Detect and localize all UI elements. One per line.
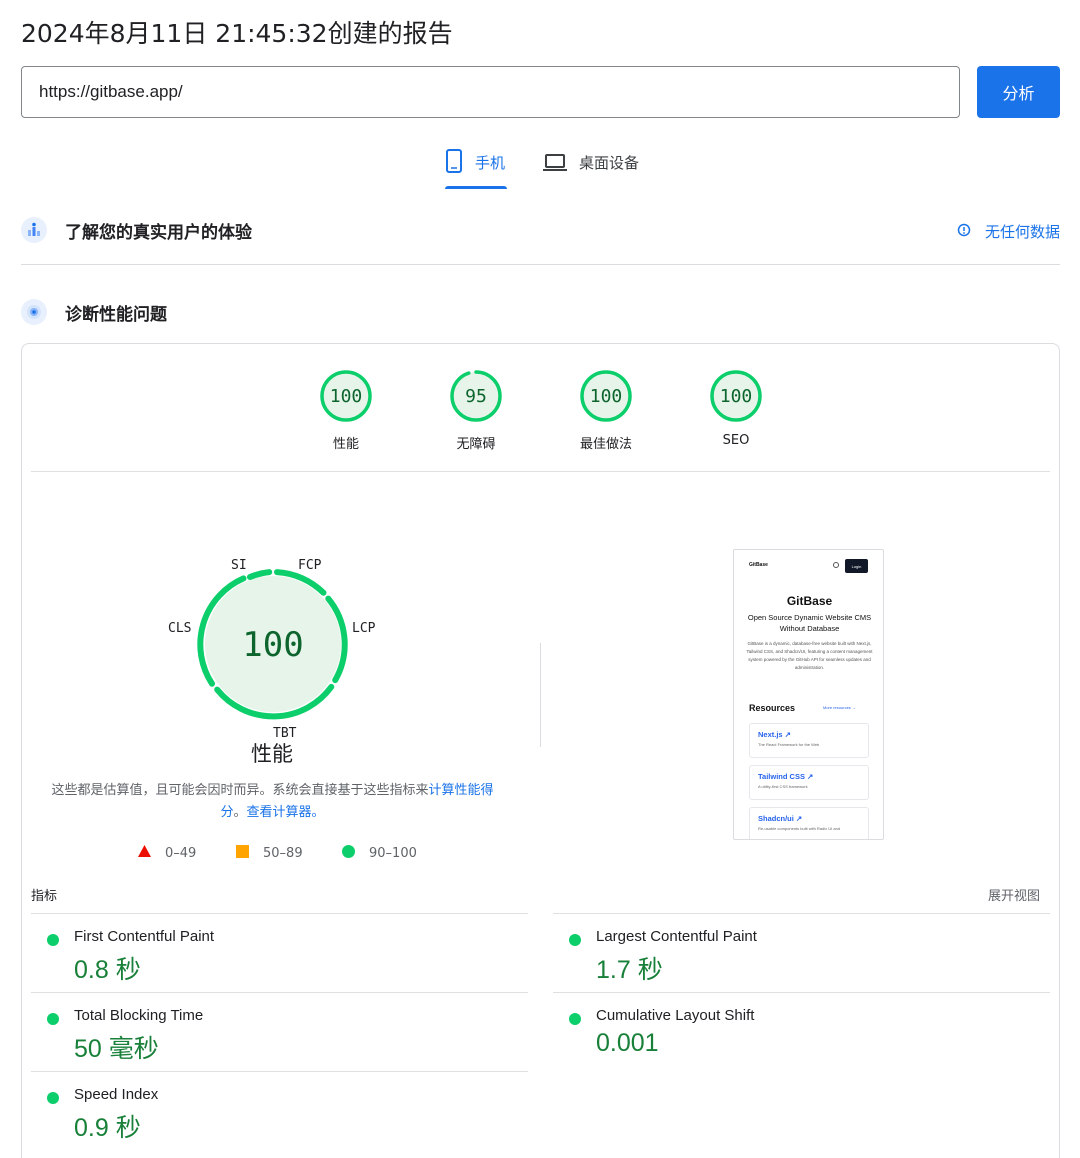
metric-value: 0.8 秒 [74,956,141,984]
metric-value: 0.001 [596,1029,659,1057]
resource-title: Shadcn/ui ↗ [758,814,803,823]
resource-desc: Re-usable components built with Radix UI… [758,826,841,831]
pass-dot-icon [47,934,59,946]
category-label: 无障碍 [456,437,496,452]
pass-dot-icon [47,1092,59,1104]
metric-name: First Contentful Paint [74,928,215,945]
category-label: 最佳做法 [579,437,632,452]
metric-name: Largest Contentful Paint [596,928,757,945]
info-icon [957,223,971,241]
divider [31,471,1050,472]
screenshot-subheading: Open Source Dynamic Website CMS Without … [747,613,872,633]
category-gauge-best-practices[interactable]: 100 最佳做法 [556,369,656,452]
screenshot-description: GitBase is a dynamic, database-free webs… [746,641,873,670]
metric-tag-lcp: LCP [352,621,376,636]
screenshot-resources-title: Resources [749,703,796,713]
performance-score: 100 [242,625,303,665]
metrics-header: 指标 [31,889,58,904]
screenshot-resource-item: Next.js ↗ The React Framework for the We… [749,723,869,758]
triangle-icon [138,845,151,861]
legend-fail: 0–49 [138,845,196,861]
legend-range: 0–49 [165,845,197,861]
resource-title: Next.js ↗ [758,730,791,739]
metric-name: Total Blocking Time [74,1007,204,1024]
page-screenshot[interactable]: GitBase Login GitBase Open Source Dynami… [733,549,884,840]
metric-name: Cumulative Layout Shift [596,1007,755,1024]
screenshot-more-link: More resources → [823,705,856,710]
pass-dot-icon [569,934,581,946]
circle-icon [342,845,355,862]
note-text: 这些都是估算值，且可能会因时而异。系统会直接基于这些指标来 [51,783,429,798]
gauge-segment-si [247,569,273,580]
score-ring: 100 [319,369,373,423]
no-data-link[interactable]: 无任何数据 [957,221,1060,242]
analyze-button[interactable]: 分析 [977,66,1060,118]
users-chart-icon [21,217,47,243]
screenshot-resource-item: Shadcn/ui ↗ Re-usable components built w… [749,807,869,839]
score-value: 95 [465,385,487,407]
metric-name: Speed Index [74,1086,159,1103]
selected-tab-indicator [445,186,507,189]
tab-label: 手机 [475,154,506,172]
score-value: 100 [329,385,363,407]
performance-label: 性能 [251,742,293,766]
screenshot-brand: GitBase [749,562,768,568]
score-ring: 100 [579,369,633,423]
metric-value: 50 毫秒 [74,1035,159,1063]
legend-range: 90–100 [369,846,417,861]
tab-label: 桌面设备 [579,154,640,172]
divider [31,913,528,914]
laptop-icon [543,153,567,173]
tab-desktop[interactable]: 桌面设备 [543,148,639,190]
url-input[interactable]: https://gitbase.app/ [21,66,960,118]
category-gauge-performance[interactable]: 100 性能 [296,369,396,452]
square-icon [236,845,249,862]
screenshot-resource-item: Tailwind CSS ↗ A utility-first CSS frame… [749,765,869,800]
legend-pass: 90–100 [342,845,417,862]
calculator-link[interactable]: 查看计算器。 [247,805,325,820]
resource-desc: The React Framework for the Web [758,742,820,747]
resource-title: Tailwind CSS ↗ [758,772,814,781]
score-value: 100 [719,385,753,407]
github-icon [833,562,839,568]
metric-tag-cls: CLS [168,621,192,636]
crux-section-header: 了解您的真实用户的体验 [21,217,252,243]
score-ring: 100 [709,369,763,423]
screenshot-heading: GitBase [786,594,833,608]
lighthouse-icon [21,299,47,325]
crux-title: 了解您的真实用户的体验 [65,222,252,243]
vertical-divider [540,643,541,747]
category-label: 性能 [332,437,359,452]
resource-desc: A utility-first CSS framework [758,784,808,789]
metric-value: 0.9 秒 [74,1114,141,1142]
score-value: 100 [589,385,623,407]
estimate-note: 这些都是估算值，且可能会因时而异。系统会直接基于这些指标来计算性能得分。查看计算… [50,780,495,824]
metric-tag-si: SI [231,558,247,573]
divider [553,913,1050,914]
category-gauge-accessibility[interactable]: 95 无障碍 [426,369,526,452]
pass-dot-icon [47,1013,59,1025]
diagnose-title: 诊断性能问题 [65,304,167,325]
expand-view-toggle[interactable]: 展开视图 [988,885,1040,904]
note-separator: 。 [233,805,247,820]
legend-range: 50–89 [263,846,303,861]
report-title: 2024年8月11日 21:45:32创建的报告 [21,19,453,48]
divider [553,992,1050,993]
no-data-label: 无任何数据 [984,223,1060,241]
smartphone-icon [445,148,463,174]
screenshot-login: Login [845,559,868,573]
legend-average: 50–89 [236,845,303,862]
divider [21,264,1060,265]
divider [31,1071,528,1072]
score-ring: 95 [449,369,503,423]
tab-mobile[interactable]: 手机 [445,148,507,190]
diagnose-section-header: 诊断性能问题 [21,299,167,325]
divider [31,992,528,993]
category-gauge-seo[interactable]: 100 SEO [686,369,786,448]
pass-dot-icon [569,1013,581,1025]
metric-value: 1.7 秒 [596,956,663,984]
metric-tag-fcp: FCP [298,558,322,573]
category-label: SEO [722,433,750,448]
